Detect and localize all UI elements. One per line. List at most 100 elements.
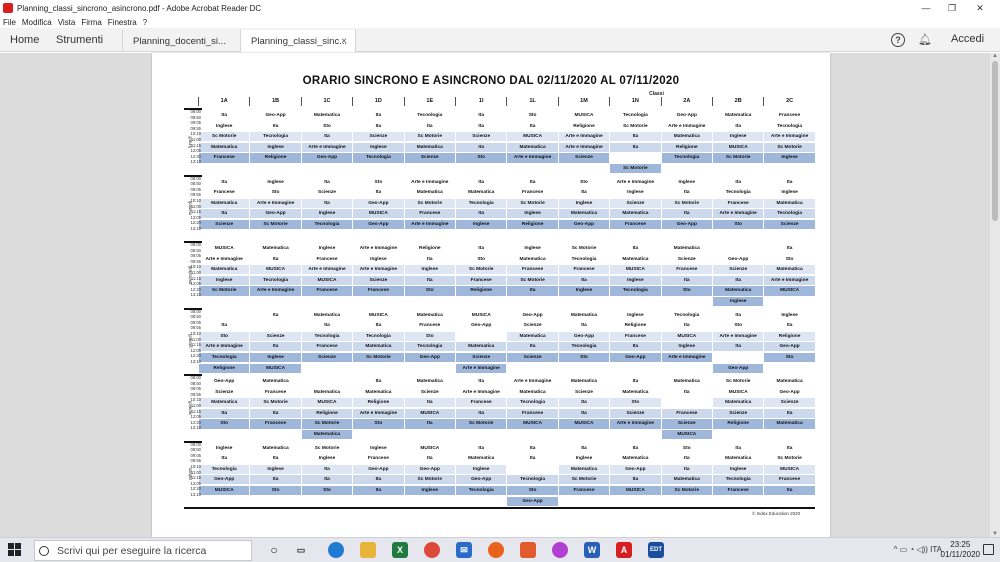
timetable-cell: Matematica	[403, 309, 455, 320]
app-icon[interactable]	[552, 542, 568, 558]
cortana-icon[interactable]: ○	[266, 542, 282, 558]
timetable-cell: Scienze	[712, 407, 764, 418]
timetable-cell	[455, 429, 507, 440]
timetable-cell: Tecnologia	[506, 474, 558, 485]
timetable-cell: Sto	[763, 253, 815, 264]
timetable-cell: Geo-App	[352, 463, 404, 474]
timetable-cell: Ita	[660, 274, 712, 285]
timetable-cell: Ita	[249, 309, 301, 320]
timetable-cell: Scienze	[403, 386, 455, 397]
timetable-cell: Sto	[712, 218, 764, 230]
timetable-cell: Sc Motorie	[300, 442, 353, 453]
timetable-cell: Sc Motorie	[609, 120, 661, 131]
timetable-cell: Arte e Immagine	[249, 285, 301, 296]
file-explorer-icon[interactable]	[360, 542, 376, 558]
timetable-cell: MUSICA	[352, 208, 404, 219]
scroll-up-icon[interactable]: ▲	[992, 53, 998, 59]
firefox-icon[interactable]	[488, 542, 504, 558]
title-bar: Planning_classi_sincrono_asincrono.pdf -…	[0, 0, 1000, 16]
menu-modifica[interactable]: Modifica	[22, 18, 52, 27]
help-icon[interactable]: ?	[891, 33, 905, 47]
timetable-cell: Matematica	[198, 197, 250, 208]
timetable-cell: Sto	[609, 397, 661, 408]
timetable-cell: MUSICA	[403, 407, 455, 418]
class-header: 1M	[557, 97, 609, 106]
timetable-cell: Ita	[712, 442, 764, 453]
timetable-cell: Arte e Immagine	[300, 141, 353, 152]
time-label: 10:10	[190, 463, 201, 469]
timetable-cell: Scienze	[763, 218, 815, 230]
timetable-cell: Tecnologia	[609, 110, 661, 121]
timetable-cell	[300, 163, 353, 174]
timetable-cell: Sto	[352, 418, 404, 429]
vertical-scrollbar[interactable]: ▲ ▼	[990, 53, 1000, 537]
timetable-cell: Arte e Immagine	[352, 243, 404, 254]
timetable-cell	[763, 429, 815, 440]
timetable-cell: Francese	[506, 187, 558, 198]
timetable-cell: Francese	[506, 264, 558, 275]
menu-finestra[interactable]: Finestra	[108, 18, 137, 27]
notifications-icon[interactable]	[983, 544, 994, 555]
timetable-cell: Francese	[609, 218, 661, 230]
timetable-cell: Ita	[352, 187, 404, 198]
timetable-cell: Sc Motorie	[300, 418, 353, 429]
time-label: 08:00	[190, 109, 201, 114]
timetable-cell: Sto	[506, 110, 558, 121]
timetable-row: Ita Inglese Ita Sto Arte e Immagine Ita Ita Sto…	[198, 176, 815, 188]
timetable-cell: Inglese	[763, 152, 815, 163]
menu-help[interactable]: ?	[143, 18, 147, 27]
timetable-cell: Geo-App	[249, 110, 301, 121]
timetable-cell: Sto	[352, 176, 404, 187]
timetable-cell: Ita	[557, 442, 610, 453]
taskbar-search-box[interactable]: Scrivi qui per eseguire la ricerca	[34, 540, 252, 561]
timetable-cell: Sc Motorie	[249, 397, 301, 408]
timetable-cell: Tecnologia	[609, 285, 661, 296]
close-button[interactable]: ✕	[960, 0, 1000, 16]
clock[interactable]: 23:25 01/11/2020	[941, 540, 980, 560]
tab-tools[interactable]: Strumenti	[56, 28, 103, 52]
document-viewer[interactable]: ORARIO SINCRONO E ASINCRONO DAL 02/11/20…	[0, 53, 1000, 537]
timetable-cell: Inglese	[609, 187, 661, 198]
task-view-icon[interactable]: ▭	[293, 542, 309, 558]
tab-home[interactable]: Home	[10, 28, 39, 52]
windows-start-icon[interactable]	[8, 543, 22, 557]
office-icon[interactable]	[520, 542, 536, 558]
timetable-cell: Matematica	[763, 264, 815, 275]
timetable-cell: Inglese	[300, 453, 353, 464]
excel-icon[interactable]: X	[392, 542, 408, 558]
tab-doc-docenti[interactable]: Planning_docenti_si...	[122, 30, 240, 52]
chrome-icon[interactable]	[424, 542, 440, 558]
timetable-cell: Ita	[352, 320, 404, 331]
edge-icon[interactable]	[328, 542, 344, 558]
sign-in-button[interactable]: Accedi	[951, 33, 984, 45]
acrobat-taskbar-icon[interactable]: A	[616, 542, 632, 558]
menu-firma[interactable]: Firma	[81, 18, 101, 27]
timetable-cell: Tecnologia	[403, 110, 455, 121]
system-tray[interactable]: ^ ▭ ◔ ◁)) ITA	[894, 545, 942, 554]
timetable-cell: Inglese	[352, 141, 404, 152]
word-icon[interactable]: W	[584, 542, 600, 558]
timetable-cell: Inglese	[455, 218, 507, 230]
timetable-cell: Ita	[352, 376, 404, 387]
timetable-cell: Sc Motorie	[198, 285, 250, 296]
windows-taskbar: Scrivi qui per eseguire la ricerca ○ ▭ X…	[0, 537, 1000, 562]
timetable-cell: Ita	[660, 208, 712, 219]
timetable-row	[198, 229, 815, 241]
scroll-thumb[interactable]	[992, 61, 998, 221]
timetable-cell	[660, 495, 712, 506]
timetable-cell: Ita	[712, 341, 764, 352]
timetable-cell: Ita	[249, 341, 301, 352]
menu-file[interactable]: File	[3, 18, 16, 27]
bell-icon[interactable]: 🔔︎	[918, 33, 932, 47]
tab-doc-classi[interactable]: Planning_classi_sinc... ×	[240, 30, 356, 52]
menu-vista[interactable]: Vista	[58, 18, 76, 27]
timetable-cell: Francese	[198, 152, 250, 163]
timetable-cell: Religione	[712, 418, 764, 429]
mail-icon[interactable]: ✉	[456, 542, 472, 558]
close-tab-icon[interactable]: ×	[341, 36, 347, 47]
timetable-cell	[506, 229, 558, 240]
timetable-cell: Inglese	[557, 453, 610, 464]
timetable-cell: Matematica	[712, 397, 764, 408]
edt-icon[interactable]: EDT	[648, 542, 664, 558]
timetable-cell: Ita	[403, 274, 455, 285]
